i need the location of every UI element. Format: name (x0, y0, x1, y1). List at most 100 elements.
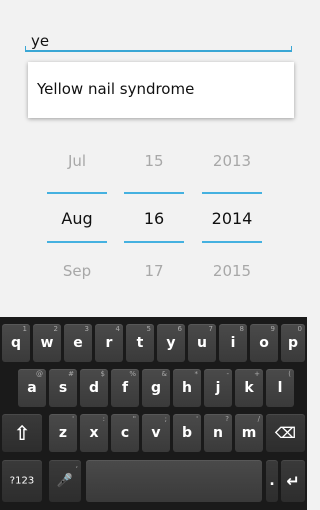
key-hint: ' (196, 415, 198, 423)
key-hint: , (75, 461, 78, 469)
key-label: i (230, 335, 236, 351)
key-label: g (150, 380, 162, 396)
period-label: . (269, 473, 275, 489)
key-label: d (88, 380, 100, 396)
key-a[interactable]: @ a (18, 369, 46, 407)
key-label: f (121, 380, 129, 396)
key-w[interactable]: 2w (33, 324, 61, 362)
key-s[interactable]: # s (49, 369, 77, 407)
day-divider-top (124, 192, 184, 194)
key-x[interactable]: :x (80, 414, 108, 452)
key-hint: 6 (177, 325, 182, 333)
month-next[interactable]: Sep (47, 262, 107, 280)
enter-icon: ↵ (286, 471, 300, 491)
key-label: v (151, 425, 161, 441)
key-hint: 4 (115, 325, 120, 333)
key-hint: @ (36, 370, 43, 378)
year-current[interactable]: 2014 (202, 209, 262, 228)
key-hint: ; (164, 415, 167, 423)
month-prev[interactable]: Jul (47, 152, 107, 170)
key-hint: * (194, 370, 199, 378)
year-next[interactable]: 2015 (202, 262, 262, 280)
key-m[interactable]: / m (235, 414, 263, 452)
key-u[interactable]: 7u (188, 324, 216, 362)
key-label: o (259, 335, 269, 351)
key-z[interactable]: ' z (49, 414, 77, 452)
key-hint: 9 (270, 325, 275, 333)
symbols-label: ?123 (9, 475, 35, 487)
key-hint: & (161, 370, 167, 378)
key-hint: + (254, 370, 260, 378)
key-h[interactable]: * h (173, 369, 201, 407)
search-underline (25, 46, 292, 52)
backspace-key[interactable]: ⌫ (266, 414, 305, 452)
key-b[interactable]: ' b (173, 414, 201, 452)
key-j[interactable]: -j (204, 369, 232, 407)
key-y[interactable]: 6y (157, 324, 185, 362)
enter-key[interactable]: ↵ (281, 460, 305, 502)
key-label: p (287, 335, 299, 351)
key-label: s (58, 380, 68, 396)
key-hint: 2 (53, 325, 58, 333)
soft-keyboard: 1q 2w 3e 4r 5t 6y 7u 8i 9o 0p @ a # s $ d %… (0, 317, 307, 510)
key-label: e (73, 335, 83, 351)
key-hint: / (257, 415, 260, 423)
key-hint: ? (225, 415, 229, 423)
key-o[interactable]: 9o (250, 324, 278, 362)
key-label: x (89, 425, 99, 441)
key-c[interactable]: " c (111, 414, 139, 452)
period-key[interactable]: . (266, 460, 278, 502)
suggestion-label: Yellow nail syndrome (37, 80, 195, 98)
space-key[interactable] (86, 460, 262, 502)
month-current[interactable]: Aug (47, 209, 107, 228)
key-label: y (166, 335, 176, 351)
key-label: c (120, 425, 130, 441)
key-hint: 8 (239, 325, 244, 333)
day-prev[interactable]: 15 (124, 152, 184, 170)
key-hint: " (132, 415, 136, 423)
day-next[interactable]: 17 (124, 262, 184, 280)
key-n[interactable]: ? n (204, 414, 232, 452)
shift-key[interactable]: ⇧ (2, 414, 42, 452)
month-divider-top (47, 192, 107, 194)
key-label: u (197, 335, 207, 351)
search-input-value: ye (31, 32, 50, 50)
symbols-key[interactable]: ?123 (2, 460, 42, 502)
key-hint: # (68, 370, 74, 378)
key-hint: : (102, 415, 105, 423)
year-divider-bottom (202, 241, 262, 243)
key-label: m (241, 425, 257, 441)
key-hint: 0 (297, 325, 302, 333)
search-input[interactable]: ye (25, 28, 292, 52)
key-label: r (105, 335, 113, 351)
key-v[interactable]: ; v (142, 414, 170, 452)
key-hint: ' (72, 415, 74, 423)
key-l[interactable]: (l (266, 369, 294, 407)
key-hint: $ (100, 370, 105, 378)
key-hint: 3 (84, 325, 89, 333)
key-i[interactable]: 8i (219, 324, 247, 362)
key-f[interactable]: % f (111, 369, 139, 407)
backspace-icon: ⌫ (274, 424, 297, 442)
key-d[interactable]: $ d (80, 369, 108, 407)
key-hint: 5 (146, 325, 151, 333)
day-current[interactable]: 16 (124, 209, 184, 228)
suggestion-item[interactable]: Yellow nail syndrome (28, 62, 294, 118)
key-hint: 7 (208, 325, 213, 333)
key-r[interactable]: 4r (95, 324, 123, 362)
year-prev[interactable]: 2013 (202, 152, 262, 170)
key-label: z (58, 425, 68, 441)
key-q[interactable]: 1q (2, 324, 30, 362)
mic-key[interactable]: , 🎤 (49, 460, 81, 502)
key-g[interactable]: & g (142, 369, 170, 407)
key-label: n (213, 425, 223, 441)
key-label: j (215, 380, 221, 396)
key-t[interactable]: 5t (126, 324, 154, 362)
key-e[interactable]: 3e (64, 324, 92, 362)
key-label: b (181, 425, 193, 441)
key-p[interactable]: 0p (281, 324, 305, 362)
day-divider-bottom (124, 241, 184, 243)
key-k[interactable]: + k (235, 369, 263, 407)
microphone-icon: 🎤 (56, 473, 74, 489)
key-label: k (244, 380, 254, 396)
